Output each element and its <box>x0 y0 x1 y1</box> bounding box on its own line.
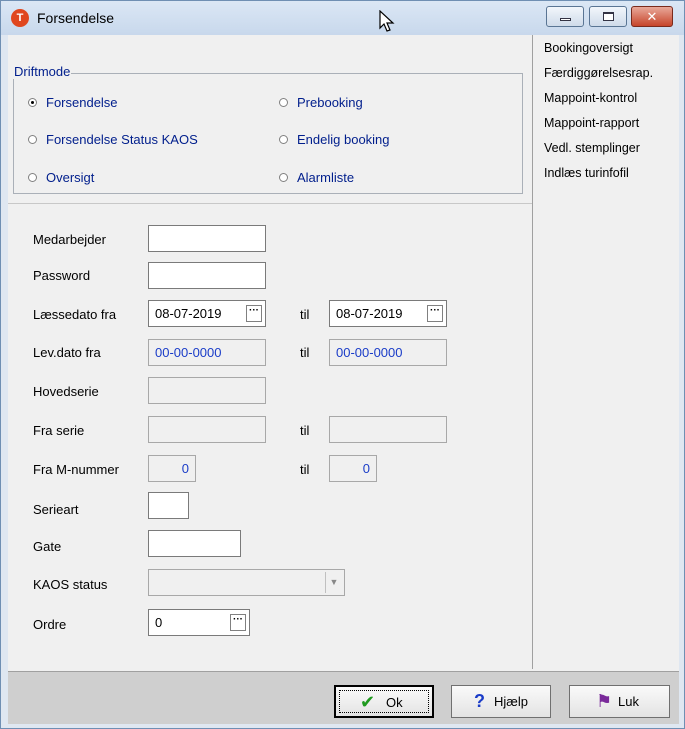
radio-unselected-icon <box>279 98 288 107</box>
til-label: til <box>300 423 310 438</box>
laessedato-from-input[interactable]: 08-07-2019 ··· <box>148 300 266 327</box>
sidebar-item-mappoint-rapport[interactable]: Mappoint-rapport <box>544 116 639 130</box>
close-icon: ✕ <box>646 9 658 24</box>
title-bar[interactable]: T Forsendelse ✕ <box>1 1 684 35</box>
minimize-button[interactable] <box>546 6 584 27</box>
radio-unselected-icon <box>28 173 37 182</box>
radio-label: Forsendelse <box>46 95 118 110</box>
til-label: til <box>300 462 310 477</box>
radio-label: Alarmliste <box>297 170 355 185</box>
help-label: Hjælp <box>494 694 528 709</box>
chevron-down-icon[interactable]: ▼ <box>325 572 342 593</box>
radio-unselected-icon <box>28 135 37 144</box>
mouse-cursor-icon <box>379 10 395 32</box>
sidebar-item-bookingoversigt[interactable]: Bookingoversigt <box>544 41 633 55</box>
lookup-button[interactable]: ··· <box>230 614 246 631</box>
checkmark-icon: ✔ <box>360 692 376 712</box>
radio-label: Oversigt <box>46 170 95 185</box>
gate-label: Gate <box>33 539 62 554</box>
hovedserie-label: Hovedserie <box>33 384 99 399</box>
close-dialog-button[interactable]: ⚑ Luk <box>569 685 670 718</box>
question-icon: ? <box>474 691 485 711</box>
radio-label: Forsendelse Status KAOS <box>46 132 198 147</box>
maximize-button[interactable] <box>589 6 627 27</box>
focus-rect <box>339 690 429 713</box>
app-logo-icon: T <box>11 9 29 27</box>
sidebar-item-faerdiggoerelsesrap[interactable]: Færdiggørelsesrap. <box>544 66 653 80</box>
ordre-label: Ordre <box>33 617 67 632</box>
date-picker-button[interactable]: ··· <box>427 305 443 322</box>
gate-input[interactable] <box>148 530 241 557</box>
ordre-input[interactable]: 0 ··· <box>148 609 250 636</box>
til-label: til <box>300 307 310 322</box>
fraserie-label: Fra serie <box>33 423 85 438</box>
password-label: Password <box>33 268 91 283</box>
app-window: T Forsendelse ✕ Driftmode Forsendelse Pr… <box>0 0 685 729</box>
laessedato-label: Læssedato fra <box>33 307 117 322</box>
close-button[interactable]: ✕ <box>631 6 673 27</box>
serieart-label: Serieart <box>33 502 79 517</box>
laessedato-to-input[interactable]: 08-07-2019 ··· <box>329 300 447 327</box>
mnummer-label: Fra M-nummer <box>33 462 119 477</box>
section-divider <box>8 203 532 204</box>
date-picker-button[interactable]: ··· <box>246 305 262 322</box>
minimize-icon <box>560 18 571 21</box>
window-title: Forsendelse <box>37 10 115 26</box>
mnummer-to-input[interactable]: 0 <box>329 455 377 482</box>
til-label: til <box>300 345 310 360</box>
button-bar: ✔ Ok ? Hjælp ⚑ Luk <box>8 671 679 724</box>
sidebar-item-mappoint-kontrol[interactable]: Mappoint-kontrol <box>544 91 637 105</box>
radio-unselected-icon <box>279 135 288 144</box>
driftmode-legend: Driftmode <box>13 64 72 79</box>
password-input[interactable] <box>148 262 266 289</box>
maximize-icon <box>603 12 614 21</box>
medarbejder-label: Medarbejder <box>33 232 106 247</box>
client-area: Driftmode Forsendelse Prebooking Forsend… <box>8 35 679 724</box>
levdato-to-input[interactable]: 00-00-0000 <box>329 339 447 366</box>
sidebar-item-indlaes-turinfofil[interactable]: Indlæs turinfofil <box>544 166 629 180</box>
mnummer-from-input[interactable]: 0 <box>148 455 196 482</box>
levdato-label: Lev.dato fra <box>33 345 101 360</box>
hovedserie-input[interactable] <box>148 377 266 404</box>
levdato-from-input[interactable]: 00-00-0000 <box>148 339 266 366</box>
main-panel: Driftmode Forsendelse Prebooking Forsend… <box>8 35 533 669</box>
ok-button[interactable]: ✔ Ok <box>334 685 434 718</box>
help-button[interactable]: ? Hjælp <box>451 685 551 718</box>
door-exit-icon: ⚑ <box>596 691 613 711</box>
close-label: Luk <box>618 694 639 709</box>
serieart-input[interactable] <box>148 492 189 519</box>
sidebar-item-vedl-stemplinger[interactable]: Vedl. stemplinger <box>544 141 640 155</box>
kaos-status-select[interactable]: ▼ <box>148 569 345 596</box>
radio-unselected-icon <box>279 173 288 182</box>
ok-label: Ok <box>386 695 403 710</box>
fraserie-from-input[interactable] <box>148 416 266 443</box>
radio-label: Endelig booking <box>297 132 390 147</box>
side-menu: Bookingoversigt Færdiggørelsesrap. Mappo… <box>533 35 679 669</box>
radio-selected-icon <box>28 98 37 107</box>
fraserie-to-input[interactable] <box>329 416 447 443</box>
medarbejder-input[interactable] <box>148 225 266 252</box>
radio-label: Prebooking <box>297 95 363 110</box>
kaos-status-label: KAOS status <box>33 577 108 592</box>
